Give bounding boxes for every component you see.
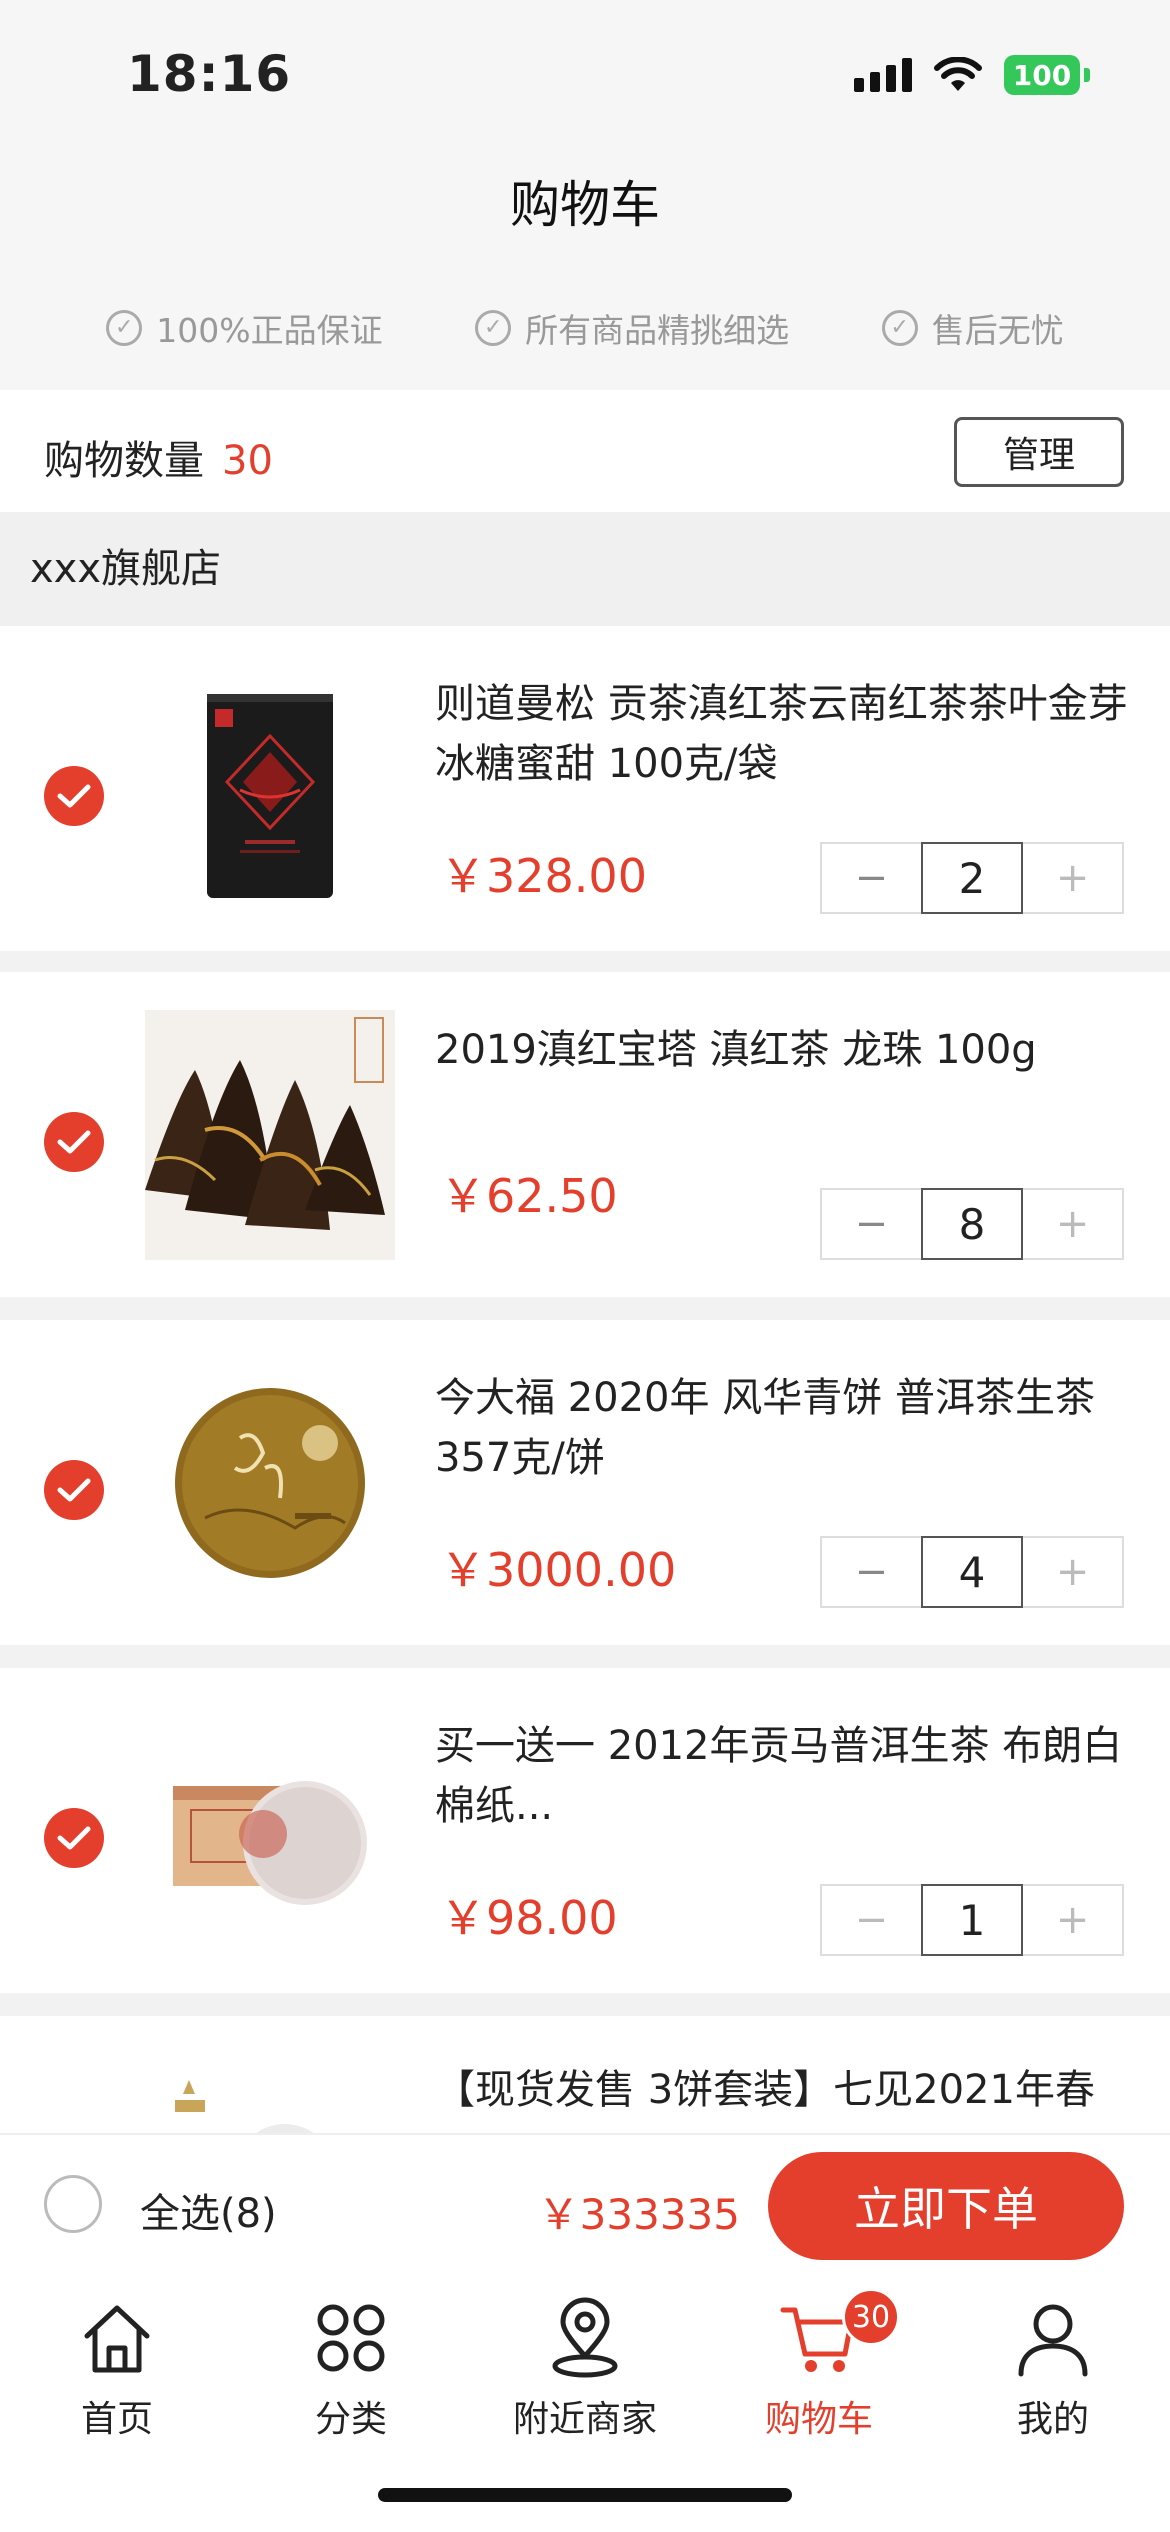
increase-button[interactable]: + — [1023, 1886, 1122, 1954]
battery-tip — [1084, 68, 1090, 82]
cart-item: 则道曼松 贡茶滇红茶云南红茶茶叶金芽冰糖蜜甜 100克/袋 ￥328.00 − … — [0, 626, 1170, 951]
product-title[interactable]: 买一送一 2012年贡马普洱生茶 布朗白棉纸... — [435, 1716, 1130, 1836]
guarantee-label: 100%正品保证 — [156, 310, 383, 350]
location-icon — [552, 2297, 618, 2378]
decrease-button[interactable]: − — [822, 1538, 921, 1606]
product-title[interactable]: 今大福 2020年 风华青饼 普洱茶生茶357克/饼 — [435, 1368, 1130, 1488]
guarantee-label: 所有商品精挑细选 — [525, 310, 790, 350]
place-order-button[interactable]: 立即下单 — [768, 2152, 1124, 2260]
tab-profile[interactable]: 我的 — [936, 2288, 1170, 2442]
cart-count-value: 30 — [222, 438, 273, 484]
product-title[interactable]: 2019滇红宝塔 滇红茶 龙珠 100g — [435, 1020, 1130, 1080]
home-icon — [84, 2305, 150, 2373]
page-title: 购物车 — [0, 145, 1170, 265]
decrease-button[interactable]: − — [822, 1886, 921, 1954]
guarantee-item: ✓ 售后无忧 — [881, 304, 1064, 352]
tab-label: 我的 — [1016, 2399, 1089, 2440]
select-all-checkbox[interactable] — [44, 2175, 102, 2233]
quantity-input[interactable]: 4 — [920, 1536, 1024, 1608]
decrease-button[interactable]: − — [822, 1190, 921, 1258]
quantity-stepper: − 4 + — [820, 1536, 1124, 1608]
check-circle-icon: ✓ — [106, 309, 143, 346]
check-circle-icon: ✓ — [475, 309, 512, 346]
store-name[interactable]: xxx旗舰店 — [0, 512, 1170, 626]
status-indicators: 100 — [854, 55, 1090, 95]
guarantee-bar: ✓ 100%正品保证 ✓ 所有商品精挑细选 ✓ 售后无忧 — [0, 265, 1170, 390]
product-image[interactable] — [145, 1010, 395, 1260]
product-price: ￥62.50 — [440, 1169, 618, 1223]
guarantee-label: 售后无忧 — [931, 310, 1064, 350]
cart-badge: 30 — [842, 2288, 900, 2346]
user-icon — [1018, 2304, 1088, 2377]
increase-button[interactable]: + — [1023, 1190, 1122, 1258]
item-checkbox[interactable] — [44, 1808, 104, 1868]
item-checkbox[interactable] — [44, 1112, 104, 1172]
item-checkbox[interactable] — [44, 766, 104, 826]
tab-home[interactable]: 首页 — [0, 2288, 234, 2442]
quantity-input[interactable]: 8 — [920, 1188, 1024, 1260]
decrease-button[interactable]: − — [822, 844, 921, 912]
checkmark-icon — [57, 1478, 91, 1502]
cart-item: 买一送一 2012年贡马普洱生茶 布朗白棉纸... ￥98.00 − 1 + — [0, 1668, 1170, 1993]
checkmark-icon — [57, 784, 91, 808]
total-price: ￥333335 — [537, 2190, 740, 2239]
tab-label: 附近商家 — [512, 2399, 657, 2440]
tab-cart[interactable]: 30 购物车 — [702, 2288, 936, 2442]
product-image[interactable] — [145, 2054, 395, 2133]
quantity-stepper: − 1 + — [820, 1884, 1124, 1956]
select-all-label[interactable]: 全选(8) — [140, 2181, 277, 2239]
checkout-bar: 全选(8) ￥333335 立即下单 — [0, 2133, 1170, 2278]
cart-item: 今大福 2020年 风华青饼 普洱茶生茶357克/饼 ￥3000.00 − 4 … — [0, 1320, 1170, 1645]
tab-nearby[interactable]: 附近商家 — [468, 2288, 702, 2442]
battery-icon: 100 — [1004, 55, 1080, 95]
guarantee-item: ✓ 所有商品精挑细选 — [475, 304, 789, 352]
product-image[interactable] — [145, 1706, 395, 1956]
cart-item: 【现货发售 3饼套装】七见2021年春 — [0, 2016, 1170, 2133]
quantity-stepper: − 8 + — [820, 1188, 1124, 1260]
signal-icon — [854, 58, 912, 92]
tab-label: 首页 — [80, 2399, 153, 2440]
tab-category[interactable]: 分类 — [234, 2288, 468, 2442]
increase-button[interactable]: + — [1023, 844, 1122, 912]
status-time: 18:16 — [127, 45, 292, 103]
product-title[interactable]: 则道曼松 贡茶滇红茶云南红茶茶叶金芽冰糖蜜甜 100克/袋 — [435, 674, 1130, 794]
quantity-stepper: − 2 + — [820, 842, 1124, 914]
product-price: ￥3000.00 — [440, 1543, 677, 1597]
guarantee-item: ✓ 100%正品保证 — [106, 304, 383, 352]
checkmark-icon — [57, 1826, 91, 1850]
item-checkbox[interactable] — [44, 1460, 104, 1520]
product-image[interactable] — [145, 1358, 395, 1608]
status-bar: 18:16 100 — [0, 0, 1170, 145]
tab-label: 分类 — [314, 2399, 387, 2440]
cart-count-label: 购物数量 — [44, 438, 204, 484]
quantity-input[interactable]: 2 — [920, 842, 1024, 914]
cart-count: 购物数量 30 — [44, 428, 273, 486]
product-price: ￥328.00 — [440, 849, 647, 903]
checkmark-icon — [57, 1130, 91, 1154]
cart-item: 2019滇红宝塔 滇红茶 龙珠 100g ￥62.50 − 8 + — [0, 972, 1170, 1297]
wifi-icon — [934, 57, 982, 91]
tab-label: 购物车 — [764, 2399, 873, 2440]
manage-button[interactable]: 管理 — [954, 417, 1124, 487]
quantity-input[interactable]: 1 — [920, 1884, 1024, 1956]
cart-count-bar: 购物数量 30 管理 — [0, 390, 1170, 512]
product-title[interactable]: 【现货发售 3饼套装】七见2021年春 — [435, 2060, 1130, 2120]
home-indicator[interactable] — [378, 2488, 792, 2502]
product-image[interactable] — [145, 664, 395, 914]
increase-button[interactable]: + — [1023, 1538, 1122, 1606]
check-circle-icon: ✓ — [881, 309, 918, 346]
product-price: ￥98.00 — [440, 1891, 618, 1945]
category-icon — [317, 2304, 385, 2372]
